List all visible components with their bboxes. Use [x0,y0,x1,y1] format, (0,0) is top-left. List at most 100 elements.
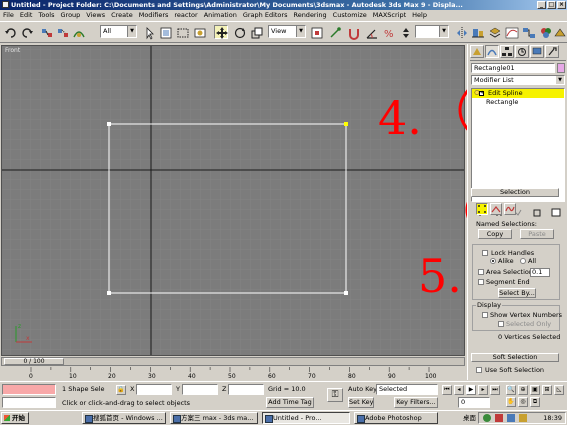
key-icon[interactable]: ⚿ [327,388,343,402]
lock-handles-checkbox[interactable] [482,250,488,256]
display-tab-icon[interactable] [530,45,544,58]
angle-snap-icon[interactable] [364,25,378,39]
render-setup-icon[interactable] [552,25,566,39]
tray-icon[interactable] [483,414,491,422]
tray-icon[interactable] [495,414,503,422]
object-color-swatch[interactable] [557,63,565,73]
segment-mode-icon[interactable] [490,203,502,215]
undo-icon[interactable] [3,25,17,39]
spline-mode-icon[interactable] [504,203,516,215]
volume-icon[interactable] [519,414,527,422]
menu-file[interactable]: File [0,10,17,21]
paste-button[interactable]: Paste [520,229,554,239]
bind-spacewarp-icon[interactable] [71,25,85,39]
y-coordinate-field[interactable] [182,384,218,395]
maximize-button[interactable]: □ [547,1,556,9]
field-of-view-icon[interactable]: ◺ [554,385,564,395]
select-by-name-icon[interactable] [158,25,172,39]
modifier-list-dropdown[interactable]: Modifier List ▼ [471,75,565,85]
ref-coord-dropdown[interactable]: View ▼ [268,25,306,38]
current-frame-field[interactable]: 0 [458,397,490,408]
material-editor-icon[interactable] [538,25,552,39]
goto-end-icon[interactable]: ⏭ [490,385,500,395]
select-object-icon[interactable] [142,25,156,40]
start-button[interactable]: 开始 [1,412,29,424]
menu-customize[interactable]: Customize [330,10,370,21]
hierarchy-tab-icon[interactable] [500,45,514,58]
show-vertex-numbers-checkbox[interactable] [482,312,488,318]
minimize-button[interactable]: _ [537,1,546,9]
object-name-field[interactable]: Rectangle01 [471,63,555,73]
taskbar-item-photoshop[interactable]: Adobe Photoshop [354,412,438,424]
selection-filter[interactable]: All ▼ [100,25,137,38]
tray-icon[interactable] [507,414,515,422]
all-radio[interactable] [520,258,526,264]
clock[interactable]: 18:39 [543,413,562,423]
select-rotate-icon[interactable] [232,25,246,39]
menu-edit[interactable]: Edit [17,10,36,21]
zoom-extents-all-icon[interactable]: ⊞ [542,385,552,395]
zoom-icon[interactable]: 🔍 [506,385,516,395]
menu-reactor[interactable]: reactor [171,10,200,21]
remove-modifier-icon[interactable] [532,208,542,217]
select-scale-icon[interactable] [249,25,263,39]
next-frame-icon[interactable]: ▸ [478,385,488,395]
listener-output[interactable] [2,397,56,408]
taskbar-item-3dsmax-untitled[interactable]: Untitled - Pro... [262,412,350,424]
select-move-icon[interactable] [214,25,228,39]
manipulate-icon[interactable] [327,25,341,39]
menu-modifiers[interactable]: Modifiers [136,10,172,21]
area-selection-spinner[interactable]: 0.1 [530,268,550,277]
named-selection-dropdown[interactable]: ▼ [415,25,449,38]
layer-icon[interactable] [487,25,501,39]
motion-tab-icon[interactable] [515,45,529,58]
stack-item-rectangle[interactable]: Rectangle [472,98,564,107]
play-icon[interactable]: ▶ [466,385,476,395]
desktop-toolbar-label[interactable]: 桌面 [463,413,476,423]
stack-item-edit-spline[interactable]: + Edit Spline [472,89,564,98]
goto-start-icon[interactable]: ⏮ [442,385,452,395]
align-icon[interactable] [470,25,484,39]
key-filters-button[interactable]: Key Filters... [394,397,438,408]
menu-create[interactable]: Create [108,10,136,21]
modifier-stack[interactable]: + Edit Spline Rectangle [471,88,565,202]
alike-radio[interactable] [490,258,496,264]
select-link-icon[interactable] [39,25,53,39]
close-button[interactable]: × [557,1,566,9]
listener-field[interactable] [2,384,56,395]
set-key-button[interactable]: Set Key [348,397,374,408]
menu-tools[interactable]: Tools [35,10,57,21]
configure-sets-icon[interactable] [551,208,561,217]
menu-maxscript[interactable]: MAXScript [370,10,409,21]
key-mode-dropdown[interactable]: Selected [376,384,438,395]
zoom-extents-icon[interactable]: ▣ [530,385,540,395]
x-coordinate-field[interactable] [136,384,172,395]
create-tab-icon[interactable] [470,45,484,58]
previous-frame-icon[interactable]: ◂ [454,385,464,395]
spinner-snap-icon[interactable] [398,25,412,39]
mirror-icon[interactable] [454,25,468,39]
snaps-icon[interactable] [346,25,360,40]
auto-key-button[interactable]: Auto Key [348,384,377,394]
zoom-all-icon[interactable]: ⊕ [518,385,528,395]
menu-help[interactable]: Help [409,10,430,21]
menu-animation[interactable]: Animation [201,10,240,21]
curve-editor-icon[interactable] [504,25,519,39]
lock-selection-icon[interactable]: 🔒 [116,385,126,395]
redo-icon[interactable] [19,25,33,39]
expand-icon[interactable]: + [479,91,484,96]
percent-snap-icon[interactable]: % [381,25,395,40]
time-slider[interactable]: 0 / 100 [1,357,465,366]
area-selection-checkbox[interactable] [478,269,484,275]
rect-region-icon[interactable] [175,25,189,39]
vertex-mode-icon[interactable] [476,203,488,215]
z-coordinate-field[interactable] [228,384,264,395]
selection-rollout-header[interactable]: Selection [471,188,559,197]
menu-views[interactable]: Views [83,10,108,21]
pivot-icon[interactable] [309,25,323,39]
orbit-icon[interactable]: ◎ [518,397,528,407]
time-slider-thumb[interactable]: 0 / 100 [4,358,64,365]
segment-end-checkbox[interactable] [478,279,484,285]
soft-selection-rollout-header[interactable]: Soft Selection [471,353,559,362]
unlink-icon[interactable] [55,25,69,39]
